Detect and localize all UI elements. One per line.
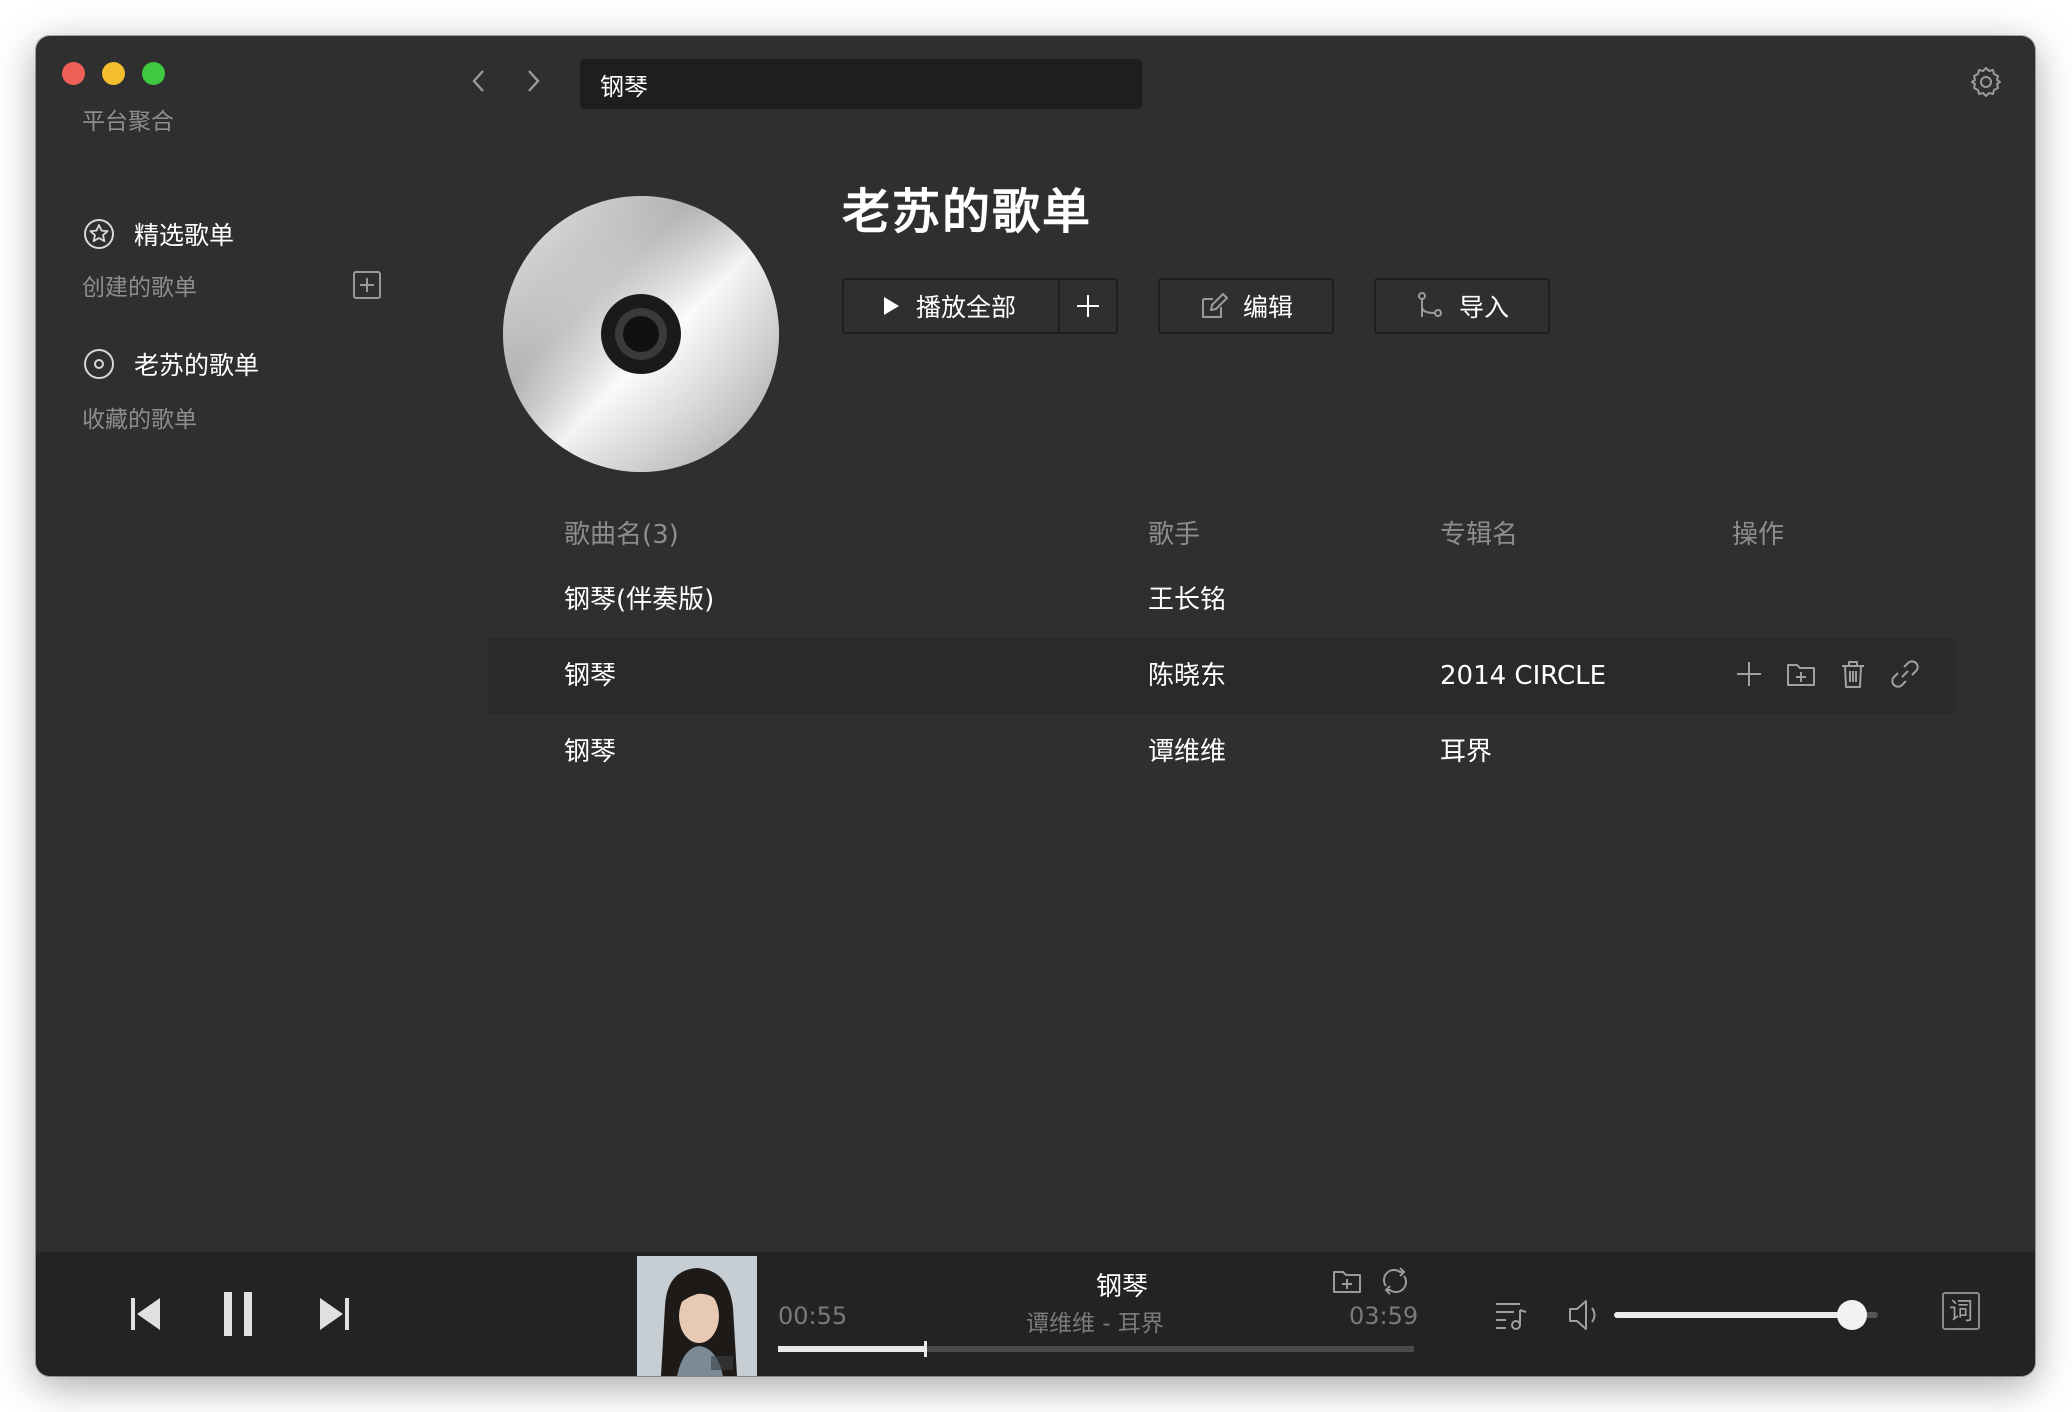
lyrics-label: 词: [1949, 1297, 1973, 1325]
add-to-queue-icon[interactable]: [1732, 657, 1766, 691]
link-icon[interactable]: [1888, 657, 1922, 691]
total-duration: 03:59: [1349, 1302, 1419, 1330]
playlist-cover-cd: [503, 196, 779, 472]
forward-arrow-icon[interactable]: [518, 66, 548, 96]
playlist-queue-icon[interactable]: [1492, 1296, 1530, 1334]
sidebar-section-created: 创建的歌单: [82, 275, 197, 301]
volume-slider[interactable]: [1614, 1300, 1878, 1330]
sidebar-item-label: 精选歌单: [134, 221, 235, 250]
playback-progress-bar[interactable]: [778, 1341, 1414, 1357]
song-artist[interactable]: 谭维维: [1148, 714, 1226, 790]
disc-icon: [84, 349, 114, 379]
lyrics-toggle-button[interactable]: 词: [1942, 1292, 1980, 1330]
sidebar-item-playlist[interactable]: 老苏的歌单: [82, 346, 259, 382]
play-all-button-group: 播放全部: [842, 278, 1118, 334]
column-header-song[interactable]: 歌曲名(3): [564, 514, 679, 551]
player-bar: 00:55 钢琴 谭维维 - 耳界 03:59 词: [36, 1252, 2035, 1376]
table-row[interactable]: 钢琴(伴奏版) 王长铭: [488, 562, 1956, 638]
song-title[interactable]: 钢琴: [564, 638, 616, 714]
window-minimize-button[interactable]: [102, 62, 125, 85]
now-playing-artist-album[interactable]: 谭维维 - 耳界: [1026, 1304, 1164, 1338]
back-arrow-icon[interactable]: [464, 66, 494, 96]
add-all-to-queue-button[interactable]: [1060, 280, 1116, 332]
elapsed-time: 00:55: [778, 1302, 848, 1330]
pause-icon[interactable]: [220, 1290, 256, 1338]
row-actions: [1732, 657, 1940, 691]
sidebar-item-featured[interactable]: 精选歌单: [82, 216, 234, 252]
song-artist[interactable]: 陈晓东: [1148, 638, 1226, 714]
sidebar-item-label: 老苏的歌单: [134, 351, 260, 380]
now-playing-title: 钢琴: [1096, 1272, 1149, 1302]
import-icon: [1417, 292, 1442, 317]
repeat-icon[interactable]: [1378, 1264, 1412, 1298]
table-row[interactable]: 钢琴 陈晓东 2014 CIRCLE: [488, 638, 1956, 714]
import-button[interactable]: 导入: [1374, 278, 1550, 334]
add-playlist-icon[interactable]: [352, 270, 382, 300]
play-all-button[interactable]: 播放全部: [844, 280, 1060, 332]
volume-fill: [1614, 1312, 1852, 1318]
progress-knob[interactable]: [924, 1341, 928, 1357]
plus-icon: [1077, 295, 1099, 317]
song-album[interactable]: 2014 CIRCLE: [1440, 638, 1606, 714]
song-artist[interactable]: 王长铭: [1148, 562, 1226, 638]
star-icon: [84, 219, 114, 249]
play-all-label: 播放全部: [916, 293, 1017, 322]
next-track-icon[interactable]: [316, 1294, 352, 1334]
add-to-folder-icon[interactable]: [1330, 1264, 1364, 1298]
song-title[interactable]: 钢琴(伴奏版): [564, 562, 714, 638]
column-header-artist[interactable]: 歌手: [1148, 514, 1200, 551]
gear-icon[interactable]: [1969, 65, 2003, 99]
volume-knob[interactable]: [1836, 1300, 1867, 1330]
volume-icon[interactable]: [1566, 1296, 1604, 1334]
progress-fill: [778, 1346, 925, 1352]
column-header-album[interactable]: 专辑名: [1440, 514, 1518, 551]
song-title[interactable]: 钢琴: [564, 714, 616, 790]
sidebar-section-favorites[interactable]: 收藏的歌单: [82, 400, 197, 434]
play-icon: [884, 297, 899, 315]
search-input[interactable]: [580, 59, 1142, 109]
import-label: 导入: [1458, 293, 1509, 322]
window-close-button[interactable]: [62, 62, 85, 85]
previous-track-icon[interactable]: [128, 1294, 164, 1334]
column-header-actions: 操作: [1732, 520, 1785, 550]
edit-button[interactable]: 编辑: [1158, 278, 1334, 334]
trash-icon[interactable]: [1836, 657, 1870, 691]
edit-label: 编辑: [1242, 293, 1293, 322]
album-art-thumbnail[interactable]: [637, 1256, 757, 1376]
table-row[interactable]: 钢琴 谭维维 耳界: [488, 714, 1956, 790]
app-window: 平台聚合 精选歌单 创建的歌单 老苏的歌单 收藏的歌单: [36, 36, 2035, 1376]
sidebar-section-platform: 平台聚合: [82, 109, 174, 135]
edit-icon: [1201, 293, 1228, 318]
add-to-folder-icon[interactable]: [1784, 657, 1818, 691]
window-maximize-button[interactable]: [142, 62, 165, 85]
song-album[interactable]: 耳界: [1440, 714, 1492, 790]
playlist-title: 老苏的歌单: [842, 184, 1093, 240]
